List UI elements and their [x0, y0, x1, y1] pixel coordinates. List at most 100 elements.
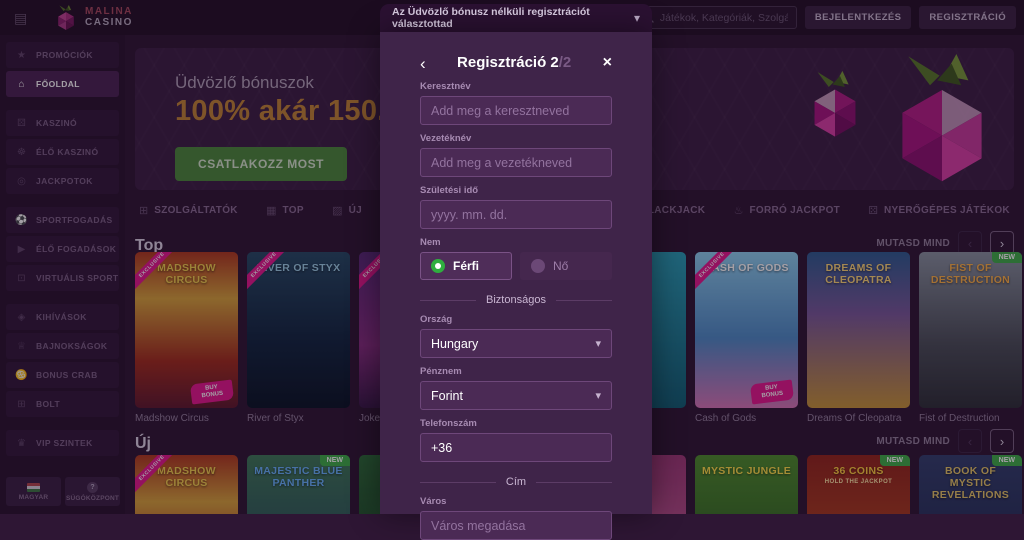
sidebar-item-live-casino[interactable]: ☸ ÉLŐ KASZINÓ [6, 139, 119, 165]
sidebar-item-live-bets[interactable]: ▶ ÉLŐ FOGADÁSOK [6, 236, 119, 262]
language-button[interactable]: MAGYAR [6, 477, 61, 506]
sidebar-item-promotions[interactable]: ★ PROMÓCIÓK [6, 42, 119, 68]
slot-machine-icon: ⚄ [868, 204, 878, 217]
currency-field-group: Pénznem Forint ▾ [420, 366, 612, 410]
tab-top[interactable]: ▦ TOP [266, 204, 304, 217]
tab-label: TOP [282, 204, 304, 216]
phone-input[interactable] [431, 440, 601, 455]
section-heading-new: Új [135, 435, 151, 452]
first-name-field-group: Keresztnév [420, 81, 612, 125]
game-card[interactable]: NEW Majestic Blue Panther [247, 455, 350, 514]
game-card[interactable]: NEW 36 Coins HOLD THE JACKPOT [807, 455, 910, 514]
game-card[interactable]: EXCLUSIVE River of Styx [247, 252, 350, 408]
bonus-notice-text: Az Üdvözlő bónusz nélküli regisztrációt … [392, 6, 590, 30]
dice-icon: ⚄ [17, 117, 26, 129]
country-select[interactable]: Hungary ▾ [420, 329, 612, 358]
country-field-group: Ország Hungary ▾ [420, 314, 612, 358]
logo-text-malina: MALINA [85, 6, 133, 17]
tab-new[interactable]: ▨ ÚJ [332, 204, 362, 217]
birth-date-field-group: Születési idő [420, 185, 612, 229]
birth-date-input[interactable] [431, 207, 601, 222]
country-label: Ország [420, 314, 453, 325]
carousel-next-button[interactable]: › [990, 429, 1014, 453]
raspberry-logo-icon [58, 4, 74, 30]
close-icon[interactable]: × [603, 55, 612, 71]
carousel-prev-button[interactable]: ‹ [958, 429, 982, 453]
roulette-icon: ☸ [17, 146, 26, 158]
sidebar-item-bonus-crab[interactable]: ♋ BONUS CRAB [6, 362, 119, 388]
gender-label: Nem [420, 237, 441, 248]
game-title: Cash of Gods [695, 413, 757, 424]
sidebar-item-home[interactable]: ⌂ FŐOLDAL [6, 71, 119, 97]
search-box[interactable] [633, 6, 797, 29]
sidebar-item-sports[interactable]: ⚽ SPORTFOGADÁS [6, 207, 119, 233]
gender-male-option[interactable]: Férfi [420, 252, 512, 280]
menu-toggle-icon[interactable]: ▤ [14, 11, 30, 25]
crystal-raspberry-small [814, 70, 856, 137]
new-badge: NEW [991, 252, 1022, 263]
chevron-down-icon[interactable]: ▾ [634, 11, 640, 25]
game-card[interactable]: NEW Book of Mystic Revelations [919, 455, 1022, 514]
modal-title: Regisztráció 2 [457, 54, 559, 71]
sidebar-item-casino[interactable]: ⚄ KASZINÓ [6, 110, 119, 136]
hot-springs-icon: ♨ [733, 204, 744, 217]
sidebar-footer: MAGYAR ? SÚGÓKÖZPONT [6, 477, 120, 506]
first-name-label: Keresztnév [420, 81, 471, 92]
game-card[interactable]: EXCLUSIVE Madshow Circus BUY BONUS [135, 252, 238, 408]
gender-female-option[interactable]: Nő [520, 252, 612, 280]
sidebar-item-virtual-sport[interactable]: ⊡ VIRTUÁLIS SPORT [6, 265, 119, 291]
join-now-button[interactable]: CSATLAKOZZ MOST [175, 147, 347, 181]
podium-icon: ▦ [266, 204, 277, 217]
first-name-input[interactable] [431, 103, 601, 118]
logo[interactable]: MALINA CASINO [54, 4, 133, 31]
game-card[interactable]: Mystic Jungle [695, 455, 798, 514]
logo-text-casino: CASINO [85, 16, 133, 28]
sidebar-item-label: BAJNOKSÁGOK [36, 341, 108, 351]
sidebar-item-jackpots[interactable]: ◎ JACKPOTOK [6, 168, 119, 194]
sidebar-item-label: BOLT [36, 399, 61, 409]
game-title: Fist of Destruction [919, 413, 1000, 424]
new-badge: NEW [319, 455, 350, 466]
sidebar-item-challenges[interactable]: ◈ KIHÍVÁSOK [6, 304, 119, 330]
radio-selected-icon [431, 259, 445, 273]
sidebar-item-label: KASZINÓ [36, 118, 78, 128]
register-button[interactable]: REGISZTRÁCIÓ [919, 6, 1016, 29]
new-badge: NEW [879, 455, 910, 466]
grid-icon: ⊞ [139, 204, 149, 217]
sidebar-item-label: BONUS CRAB [36, 370, 98, 380]
tab-label: NYERŐGÉPES JÁTÉKOK [883, 204, 1010, 216]
game-card[interactable]: NEW Fist of Destruction [919, 252, 1022, 408]
virtual-sport-icon: ⊡ [17, 272, 26, 284]
help-center-button[interactable]: ? SÚGÓKÖZPONT [65, 477, 120, 506]
sidebar-item-vip[interactable]: ♛ VIP SZINTEK [6, 430, 119, 456]
new-window-icon: ▨ [332, 204, 343, 217]
bonus-notice-bar[interactable]: Az Üdvözlő bónusz nélküli regisztrációt … [380, 4, 652, 32]
sidebar-item-shop[interactable]: ⊞ BOLT [6, 391, 119, 417]
tab-slots[interactable]: ⚄ NYERŐGÉPES JÁTÉKOK [868, 204, 1010, 217]
city-input[interactable] [431, 518, 601, 533]
game-art-title: Dreams of Cleopatra [825, 262, 892, 287]
game-card[interactable]: EXCLUSIVE Madshow Circus [135, 455, 238, 514]
game-card[interactable]: EXCLUSIVE Cash of Gods BUY BONUS [695, 252, 798, 408]
jackpot-icon: ◎ [17, 175, 26, 187]
tab-hot-jackpot[interactable]: ♨ FORRÓ JACKPOT [734, 204, 840, 217]
sidebar-item-tournaments[interactable]: ♕ BAJNOKSÁGOK [6, 333, 119, 359]
security-divider-label: Biztonságos [486, 294, 546, 306]
last-name-input[interactable] [431, 155, 601, 170]
game-card[interactable]: Dreams of Cleopatra [807, 252, 910, 408]
search-input[interactable] [659, 11, 788, 24]
tab-providers[interactable]: ⊞ SZOLGÁLTATÓK [139, 204, 238, 217]
country-value: Hungary [431, 336, 479, 351]
show-all-link[interactable]: MUTASD MIND [876, 436, 950, 447]
sidebar-item-label: JACKPOTOK [36, 176, 93, 186]
gift-icon: ★ [17, 49, 26, 61]
address-divider-label: Cím [505, 476, 527, 488]
sidebar-item-label: ÉLŐ KASZINÓ [36, 147, 99, 157]
currency-select[interactable]: Forint ▾ [420, 381, 612, 410]
show-all-link[interactable]: MUTASD MIND [876, 238, 950, 249]
home-icon: ⌂ [18, 78, 25, 90]
modal-step-indicator: /2 [558, 54, 572, 71]
login-button[interactable]: BEJELENTKEZÉS [804, 6, 912, 29]
game-title: Dreams Of Cleopatra [807, 413, 902, 424]
currency-label: Pénznem [420, 366, 462, 377]
